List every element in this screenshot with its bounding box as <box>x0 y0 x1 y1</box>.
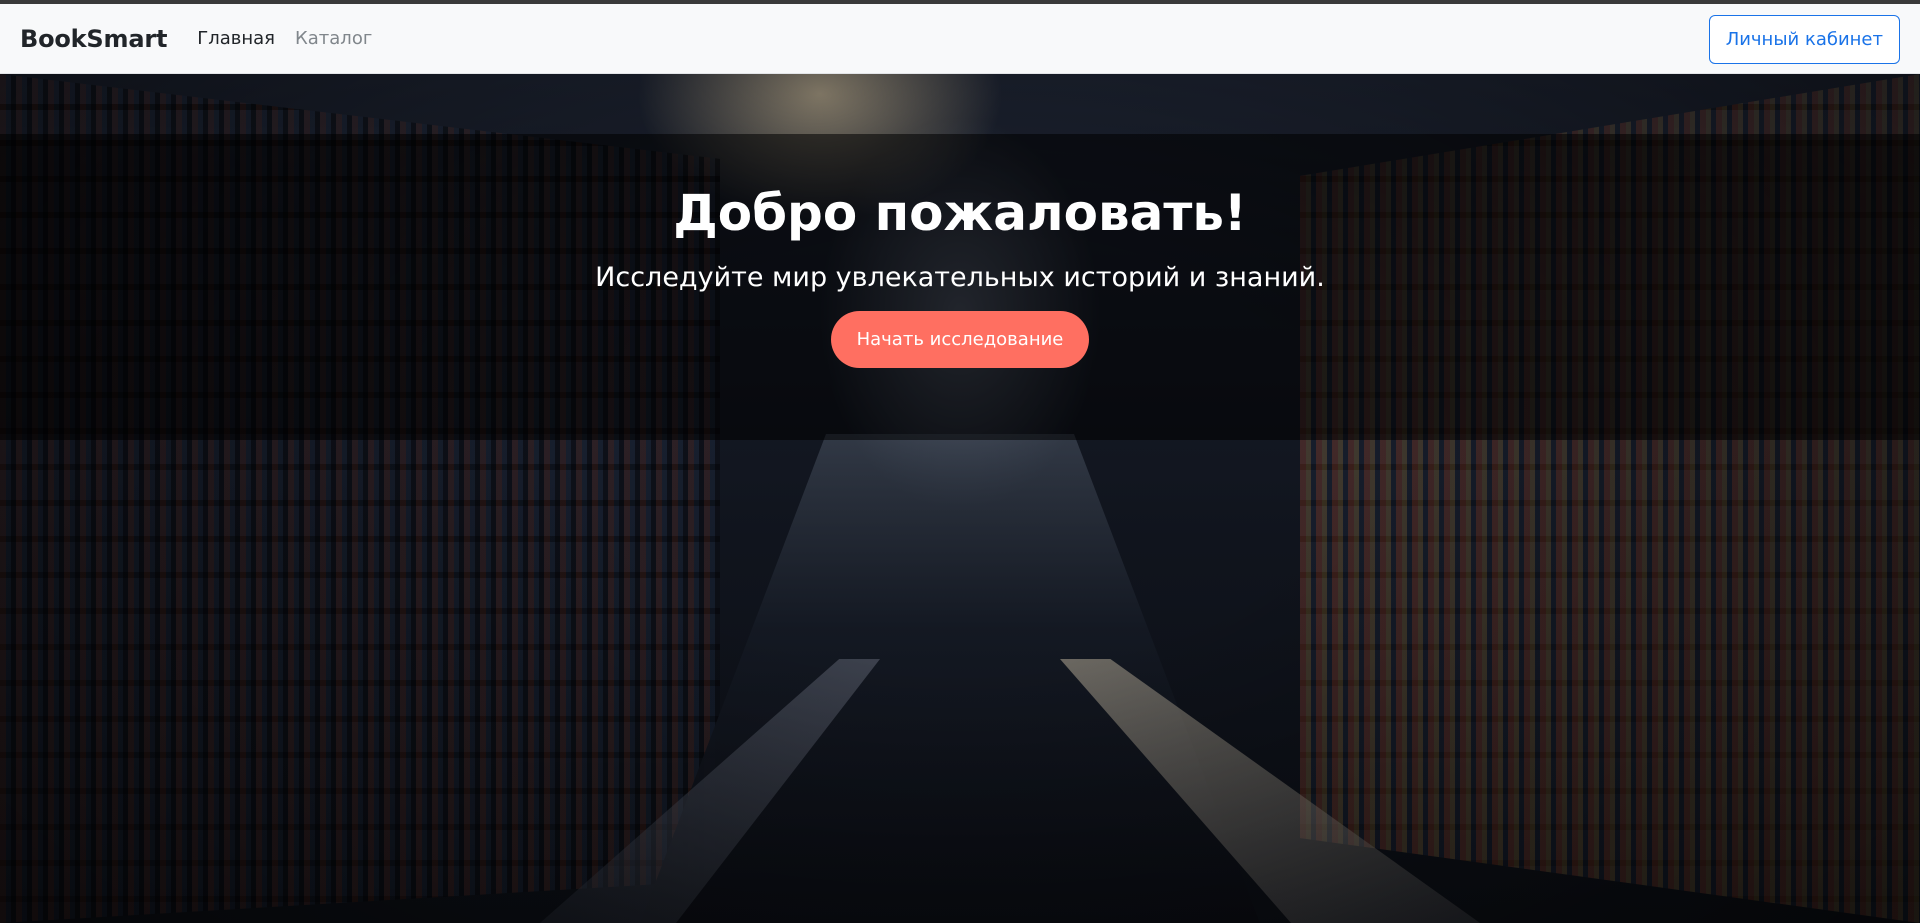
hero-section: Добро пожаловать! Исследуйте мир увлекат… <box>0 74 1920 923</box>
navbar: BookSmart Главная Каталог Личный кабинет <box>0 4 1920 74</box>
brand-logo[interactable]: BookSmart <box>20 25 167 53</box>
account-button[interactable]: Личный кабинет <box>1708 15 1900 64</box>
hero-title: Добро пожаловать! <box>673 184 1247 242</box>
nav-link-home[interactable]: Главная <box>197 28 275 49</box>
hero-overlay: Добро пожаловать! Исследуйте мир увлекат… <box>0 134 1920 440</box>
hero-subtitle: Исследуйте мир увлекательных историй и з… <box>595 262 1325 293</box>
start-exploring-button[interactable]: Начать исследование <box>830 311 1090 368</box>
nav-link-catalog[interactable]: Каталог <box>295 28 372 49</box>
